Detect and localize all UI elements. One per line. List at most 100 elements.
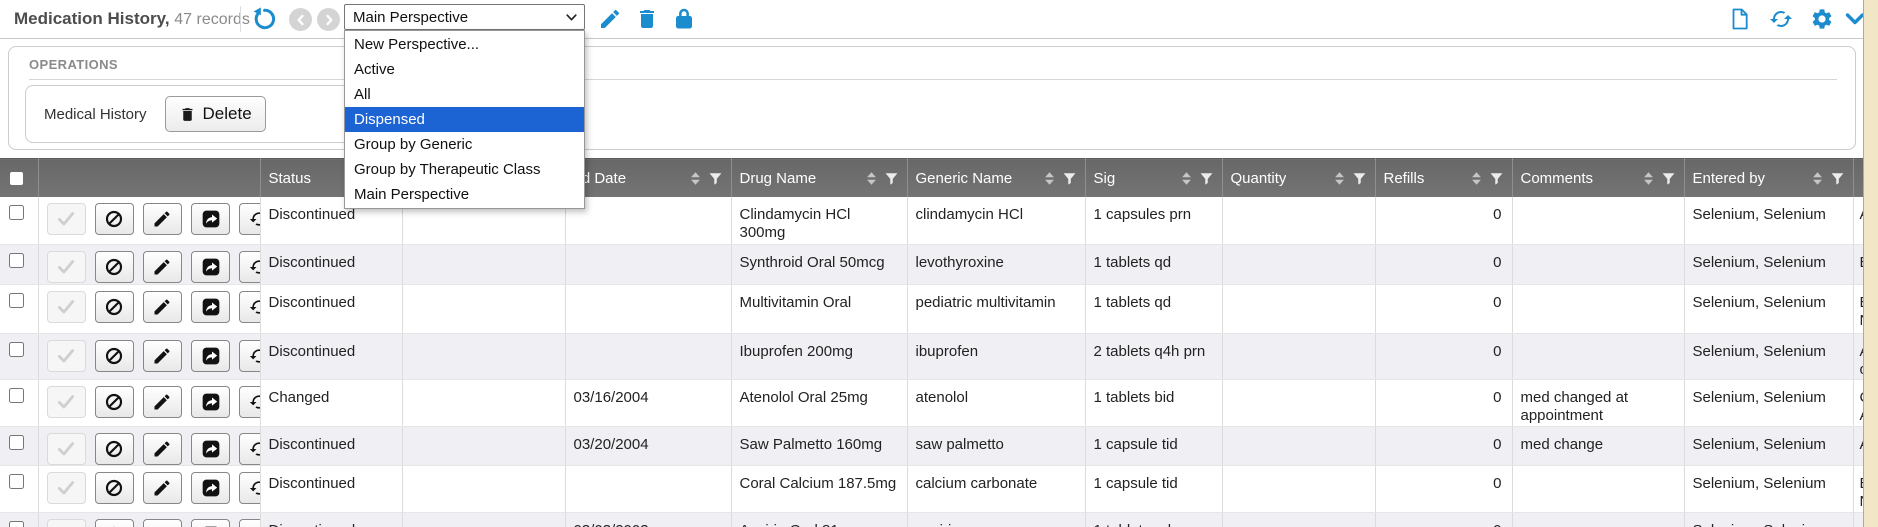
sort-icon[interactable] <box>1044 171 1055 186</box>
table-row[interactable]: Discontinued 03/03/2003 Aspirin Oral 81m… <box>0 512 1864 527</box>
forward-button[interactable] <box>191 203 230 235</box>
approve-button[interactable] <box>47 519 86 527</box>
filter-icon[interactable] <box>884 171 899 186</box>
perspective-select[interactable]: Main Perspective <box>344 4 585 30</box>
delete-button[interactable]: Delete <box>165 96 266 132</box>
column-header[interactable]: Generic Name <box>907 159 1085 198</box>
table-row[interactable]: Discontinued Multivitamin Oral pediatric… <box>0 284 1864 333</box>
discontinue-button[interactable] <box>95 340 134 372</box>
approve-button[interactable] <box>47 340 86 372</box>
edit-row-button[interactable] <box>143 340 182 372</box>
row-checkbox[interactable] <box>9 435 24 450</box>
filter-icon[interactable] <box>1489 171 1504 186</box>
column-header[interactable] <box>38 159 260 198</box>
settings-button[interactable] <box>1809 6 1835 32</box>
row-checkbox[interactable] <box>9 388 24 403</box>
row-checkbox[interactable] <box>9 253 24 268</box>
approve-button[interactable] <box>47 433 86 465</box>
row-checkbox[interactable] <box>9 293 24 308</box>
discontinue-button[interactable] <box>95 472 134 504</box>
discontinue-button[interactable] <box>95 203 134 235</box>
column-header[interactable]: Refills <box>1375 159 1512 198</box>
refresh-button[interactable] <box>1768 6 1794 32</box>
menu-item[interactable]: New Perspective... <box>345 32 584 57</box>
prev-button[interactable] <box>289 8 312 31</box>
refresh-row-button[interactable] <box>239 291 260 323</box>
sort-icon[interactable] <box>1812 171 1823 186</box>
table-row[interactable]: Discontinued Ibuprofen 200mg ibuprofen 2… <box>0 333 1864 380</box>
edit-row-button[interactable] <box>143 519 182 527</box>
edit-row-button[interactable] <box>143 386 182 418</box>
approve-button[interactable] <box>47 386 86 418</box>
approve-button[interactable] <box>47 291 86 323</box>
new-document-button[interactable] <box>1727 6 1753 32</box>
edit-row-button[interactable] <box>143 291 182 323</box>
lock-perspective-button[interactable] <box>671 6 697 32</box>
sort-icon[interactable] <box>1643 171 1654 186</box>
sort-icon[interactable] <box>1181 171 1192 186</box>
forward-button[interactable] <box>191 291 230 323</box>
forward-button[interactable] <box>191 251 230 283</box>
menu-item[interactable]: All <box>345 82 584 107</box>
discontinue-button[interactable] <box>95 251 134 283</box>
approve-button[interactable] <box>47 251 86 283</box>
filter-icon[interactable] <box>708 171 723 186</box>
column-header[interactable]: Entered by <box>1684 159 1853 198</box>
edit-perspective-button[interactable] <box>597 6 623 32</box>
refresh-row-button[interactable] <box>239 433 260 465</box>
menu-item[interactable]: Active <box>345 57 584 82</box>
column-header[interactable]: Sig <box>1085 159 1222 198</box>
column-header[interactable]: Quantity <box>1222 159 1375 198</box>
refresh-row-button[interactable] <box>239 251 260 283</box>
discontinue-button[interactable] <box>95 291 134 323</box>
menu-item[interactable]: Group by Therapeutic Class <box>345 157 584 182</box>
approve-button[interactable] <box>47 472 86 504</box>
sort-icon[interactable] <box>690 171 701 186</box>
discontinue-button[interactable] <box>95 433 134 465</box>
next-button[interactable] <box>317 8 340 31</box>
table-row[interactable]: Changed 03/16/2004 Atenolol Oral 25mg at… <box>0 380 1864 427</box>
forward-button[interactable] <box>191 519 230 527</box>
menu-item[interactable]: Group by Generic <box>345 132 584 157</box>
forward-button[interactable] <box>191 472 230 504</box>
edit-row-button[interactable] <box>143 433 182 465</box>
sort-icon[interactable] <box>866 171 877 186</box>
table-row[interactable]: Discontinued Coral Calcium 187.5mg calci… <box>0 466 1864 513</box>
menu-item[interactable]: Dispensed <box>345 107 584 132</box>
edit-row-button[interactable] <box>143 203 182 235</box>
filter-icon[interactable] <box>1352 171 1367 186</box>
forward-button[interactable] <box>191 340 230 372</box>
row-checkbox[interactable] <box>9 474 24 489</box>
filter-icon[interactable] <box>1199 171 1214 186</box>
discontinue-button[interactable] <box>95 519 134 527</box>
discontinue-button[interactable] <box>95 386 134 418</box>
column-header[interactable]: nd Date <box>565 159 731 198</box>
row-checkbox[interactable] <box>9 342 24 357</box>
edit-row-button[interactable] <box>143 472 182 504</box>
edit-row-button[interactable] <box>143 251 182 283</box>
table-row[interactable]: Discontinued Synthroid Oral 50mcg levoth… <box>0 244 1864 284</box>
table-row[interactable]: Discontinued Clindamycin HCl 300mg clind… <box>0 197 1864 244</box>
select-all-checkbox[interactable] <box>10 172 23 185</box>
column-header[interactable]: Comments <box>1512 159 1684 198</box>
refresh-row-button[interactable] <box>239 519 260 527</box>
filter-icon[interactable] <box>1062 171 1077 186</box>
filter-icon[interactable] <box>1661 171 1676 186</box>
sort-icon[interactable] <box>1334 171 1345 186</box>
refresh-row-button[interactable] <box>239 203 260 235</box>
table-row[interactable]: Discontinued 03/20/2004 Saw Palmetto 160… <box>0 427 1864 466</box>
forward-button[interactable] <box>191 433 230 465</box>
refresh-row-button[interactable] <box>239 386 260 418</box>
refresh-row-button[interactable] <box>239 340 260 372</box>
sort-icon[interactable] <box>1471 171 1482 186</box>
delete-perspective-button[interactable] <box>634 6 660 32</box>
column-header[interactable]: Drug Name <box>731 159 907 198</box>
refresh-row-button[interactable] <box>239 472 260 504</box>
menu-item[interactable]: Main Perspective <box>345 182 584 207</box>
row-checkbox[interactable] <box>9 205 24 220</box>
filter-icon[interactable] <box>1830 171 1845 186</box>
undo-button[interactable] <box>251 6 277 32</box>
column-header[interactable] <box>0 159 38 198</box>
forward-button[interactable] <box>191 386 230 418</box>
approve-button[interactable] <box>47 203 86 235</box>
